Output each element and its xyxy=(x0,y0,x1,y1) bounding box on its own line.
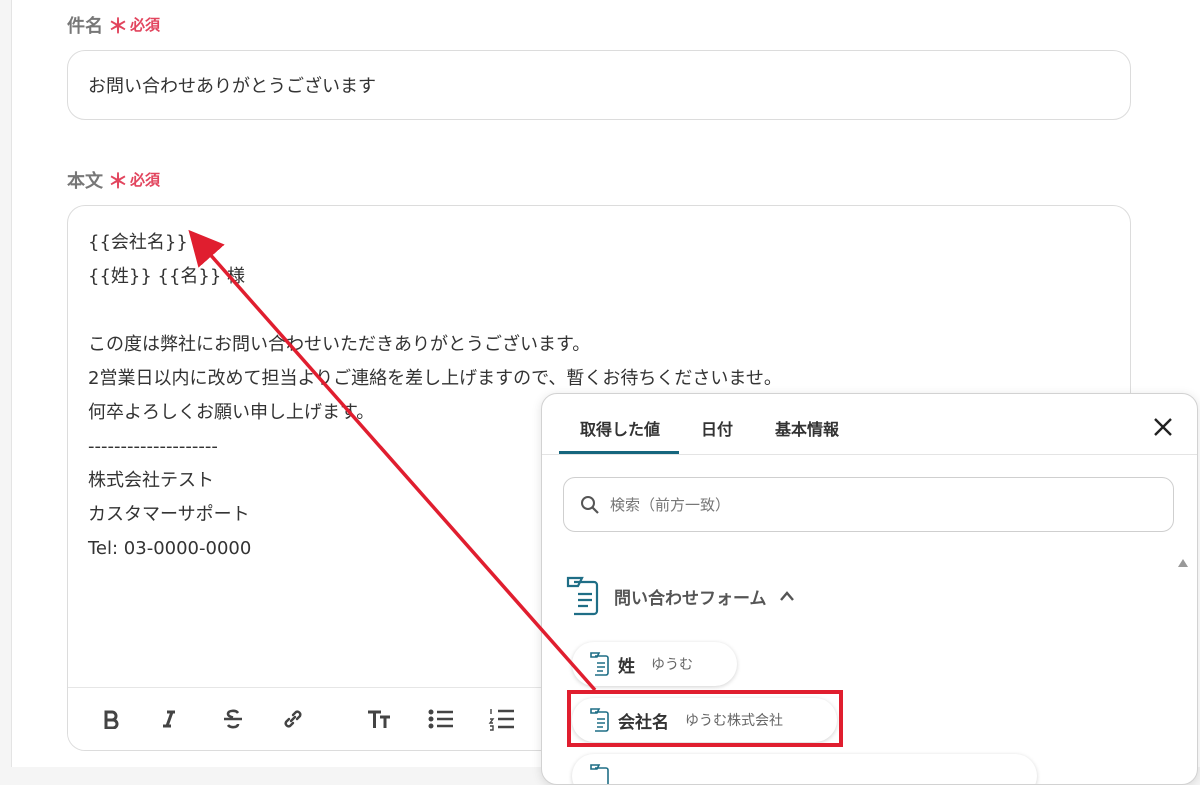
bold-icon[interactable] xyxy=(94,702,128,736)
chip-label: 姓 xyxy=(618,656,635,677)
required-asterisk: ＊ xyxy=(108,169,128,193)
active-tab-indicator xyxy=(559,451,679,454)
form-field-icon xyxy=(590,764,609,784)
bulleted-list-icon[interactable] xyxy=(424,702,458,736)
section-header-inquiry-form[interactable]: 問い合わせフォーム xyxy=(566,576,795,616)
body-line: {{姓}} {{名}} 様 xyxy=(88,266,246,287)
tab-date[interactable]: 日付 xyxy=(701,416,733,440)
search-input[interactable] xyxy=(608,494,1112,515)
close-icon[interactable] xyxy=(1150,414,1176,440)
required-badge: 必須 xyxy=(130,171,161,189)
body-line: 2営業日以内に改めて担当よりご連絡を差し上げますので、暫くお待ちくださいませ。 xyxy=(88,368,782,389)
subject-input[interactable]: お問い合わせありがとうございます xyxy=(67,50,1131,120)
strikethrough-icon[interactable] xyxy=(216,702,250,736)
link-icon[interactable] xyxy=(276,702,310,736)
italic-icon[interactable] xyxy=(152,702,186,736)
section-title: 問い合わせフォーム xyxy=(614,588,767,609)
required-asterisk: ＊ xyxy=(108,14,128,38)
search-field[interactable] xyxy=(563,477,1174,532)
variable-chip-next[interactable] xyxy=(572,754,1037,784)
subject-label-text: 件名 xyxy=(67,15,103,37)
form-icon xyxy=(566,576,599,616)
numbered-list-icon[interactable] xyxy=(485,702,519,736)
chip-value: ゆうむ xyxy=(651,657,693,673)
popup-tabs: 取得した値 日付 基本情報 xyxy=(542,394,1197,455)
chevron-up-icon[interactable] xyxy=(779,590,795,602)
body-line xyxy=(88,294,782,328)
variable-chip-last-name[interactable]: 姓 ゆうむ xyxy=(572,642,737,686)
form-field-icon xyxy=(590,652,609,676)
scroll-up-icon[interactable] xyxy=(1177,558,1189,568)
subject-value: お問い合わせありがとうございます xyxy=(88,76,376,97)
subject-label: 件名 ＊ 必須 xyxy=(67,10,160,39)
body-line: この度は弊社にお問い合わせいただきありがとうございます。 xyxy=(88,334,591,355)
search-icon xyxy=(581,495,599,514)
tab-basic-info[interactable]: 基本情報 xyxy=(775,416,839,440)
text-size-icon[interactable] xyxy=(362,702,396,736)
body-label-text: 本文 xyxy=(67,170,103,192)
body-line: {{会社名}} xyxy=(88,232,188,253)
body-label: 本文 ＊ 必須 xyxy=(67,165,160,194)
annotation-highlight-box xyxy=(567,690,843,747)
tab-acquired-values[interactable]: 取得した値 xyxy=(580,416,660,440)
required-badge: 必須 xyxy=(130,16,161,34)
